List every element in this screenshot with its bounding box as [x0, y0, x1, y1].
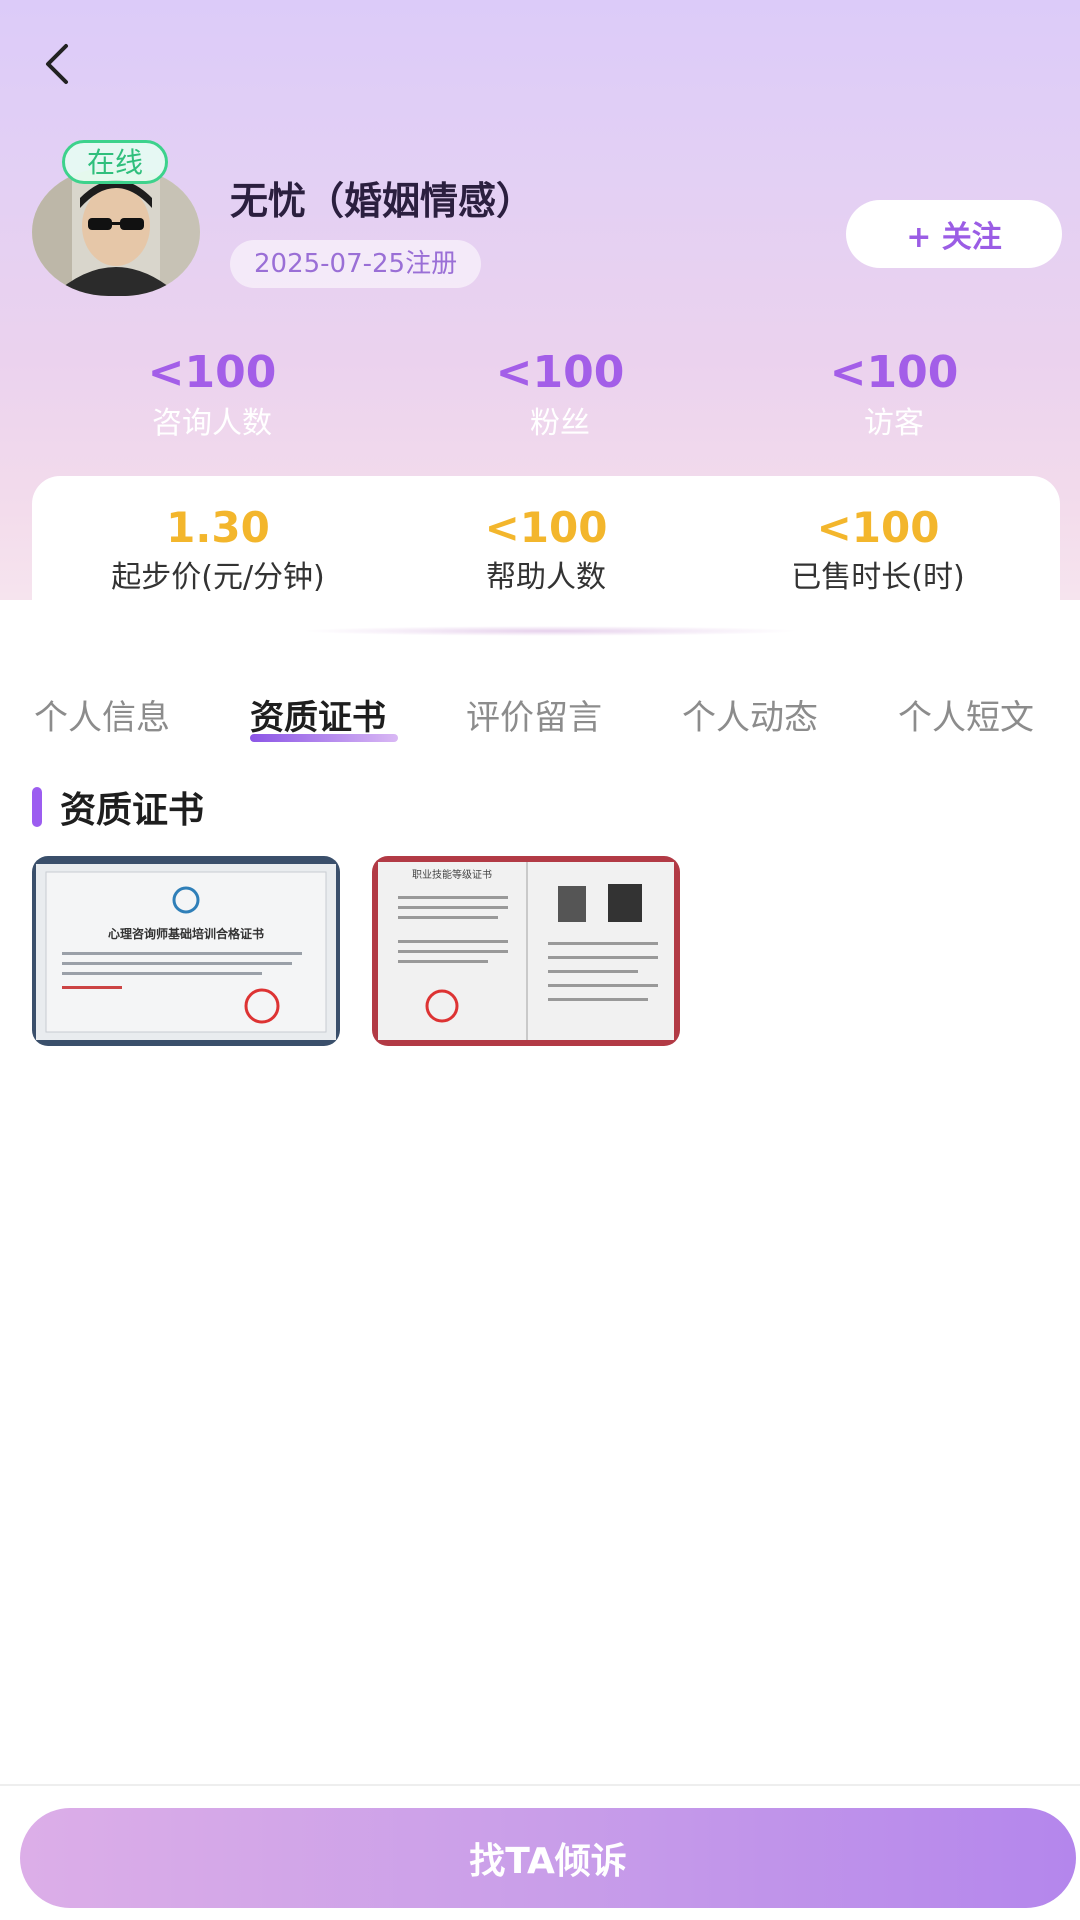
stat-consultations: <100 咨询人数	[62, 346, 362, 444]
section-heading: 资质证书	[32, 782, 204, 832]
stat-value: <100	[816, 503, 940, 552]
tab-articles[interactable]: 个人短文	[898, 690, 1034, 739]
service-stats-card: 1.30 起步价(元/分钟) <100 帮助人数 <100 已售时长(时)	[32, 476, 1060, 616]
tab-certificates[interactable]: 资质证书	[250, 690, 386, 739]
stat-label: 起步价(元/分钟)	[111, 560, 325, 595]
stat-label: 帮助人数	[486, 560, 606, 595]
certificate-photo: 心理咨询师基础培训合格证书	[32, 856, 340, 1046]
stat-label: 访客	[864, 406, 924, 441]
certificate-title-text: 心理咨询师基础培训合格证书	[108, 926, 264, 941]
stat-sold-hours: <100 已售时长(时)	[718, 502, 1038, 598]
bottom-divider	[0, 1784, 1080, 1786]
certificate-title-text: 职业技能等级证书	[412, 868, 492, 881]
profile-tabs: 个人信息 资质证书 评价留言 个人动态 个人短文	[0, 690, 1080, 760]
avatar[interactable]	[32, 168, 200, 296]
active-tab-indicator	[250, 734, 398, 742]
profile-stats: <100 咨询人数 <100 粉丝 <100 访客	[0, 346, 1080, 446]
follow-button[interactable]: + 关注	[846, 200, 1062, 268]
stat-visitors: <100 访客	[744, 346, 1044, 444]
certificate-photo: 职业技能等级证书	[372, 856, 680, 1046]
section-accent-bar	[32, 787, 42, 827]
stat-label: 已售时长(时)	[791, 560, 965, 595]
stat-label: 咨询人数	[152, 406, 272, 441]
tab-activity[interactable]: 个人动态	[682, 690, 818, 739]
divider	[300, 626, 800, 636]
talk-to-counselor-button[interactable]: 找TA倾诉	[20, 1808, 1076, 1908]
stat-value: <100	[484, 503, 608, 552]
back-button[interactable]	[34, 40, 82, 88]
stat-label: 粉丝	[530, 406, 590, 441]
section-title: 资质证书	[60, 790, 205, 831]
counselor-name: 无忧（婚姻情感）	[230, 179, 535, 223]
stat-value: <100	[829, 347, 959, 398]
certificate-image[interactable]: 职业技能等级证书	[372, 856, 680, 1046]
stat-value: <100	[147, 347, 277, 398]
stat-value: <100	[495, 347, 625, 398]
certificate-image[interactable]: 心理咨询师基础培训合格证书	[32, 856, 340, 1046]
stat-start-price: 1.30 起步价(元/分钟)	[58, 502, 378, 598]
tab-reviews[interactable]: 评价留言	[466, 690, 602, 739]
tab-personal-info[interactable]: 个人信息	[34, 690, 170, 739]
online-status-badge: 在线	[62, 140, 168, 184]
avatar-image	[32, 168, 200, 296]
stat-fans: <100 粉丝	[410, 346, 710, 444]
registration-date: 2025-07-25注册	[230, 240, 482, 288]
chevron-left-icon	[46, 44, 68, 84]
stat-helped: <100 帮助人数	[386, 502, 706, 598]
stat-value: 1.30	[166, 503, 270, 552]
